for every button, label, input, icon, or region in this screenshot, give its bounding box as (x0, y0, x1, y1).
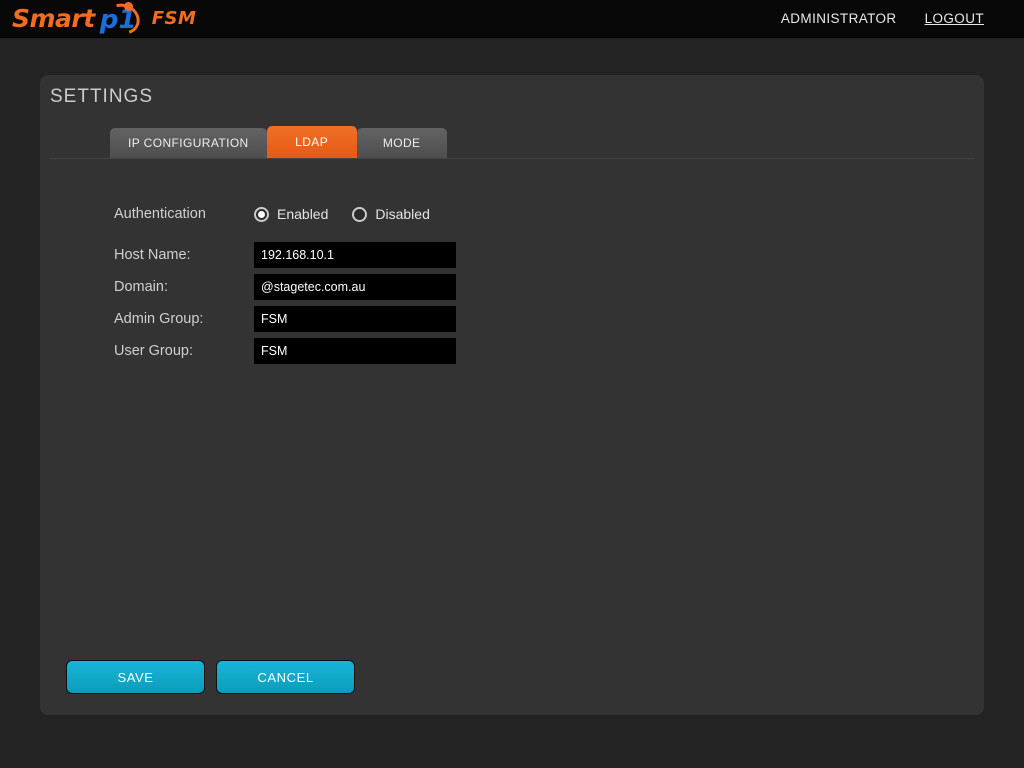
page-title: SETTINGS (50, 86, 154, 107)
domain-input-cell (254, 271, 456, 303)
save-button[interactable]: SAVE (66, 660, 205, 694)
ldap-settings-form: Authentication Enabled Disabled Host Nam… (114, 195, 456, 367)
host-name-input[interactable] (254, 242, 456, 268)
tab-label: IP CONFIGURATION (128, 136, 249, 150)
radio-enabled-label: Enabled (277, 206, 329, 222)
settings-panel: SETTINGS IP CONFIGURATION LDAP MODE Auth… (40, 75, 984, 715)
radio-option-enabled[interactable]: Enabled (254, 206, 328, 222)
domain-label: Domain: (114, 279, 168, 295)
authentication-row: Authentication Enabled Disabled (114, 195, 456, 233)
header-actions: ADMINISTRATOR LOGOUT (781, 11, 984, 26)
radio-disabled-label: Disabled (375, 206, 430, 222)
app-header: Smart p1 FSM ADMINISTRATOR LOGOUT (0, 0, 1024, 40)
authentication-radio-group: Enabled Disabled (254, 206, 430, 222)
logo-text-fsm: FSM (151, 8, 197, 29)
domain-input[interactable] (254, 274, 456, 300)
logo-mark-icon: p1 (98, 0, 150, 40)
admin-group-input-cell (254, 303, 456, 335)
current-user-label: ADMINISTRATOR (780, 11, 897, 26)
tab-divider (50, 158, 974, 159)
user-group-input-cell (254, 335, 456, 367)
form-actions: SAVE CANCEL (66, 660, 355, 694)
radio-disabled-icon[interactable] (352, 206, 368, 222)
user-group-label: User Group: (114, 343, 193, 359)
tab-label: LDAP (295, 135, 329, 149)
authentication-label: Authentication (114, 206, 206, 222)
settings-tabs: IP CONFIGURATION LDAP MODE (110, 126, 447, 158)
tab-label: MODE (382, 136, 421, 150)
radio-option-disabled[interactable]: Disabled (352, 206, 430, 222)
host-name-input-cell (254, 239, 456, 271)
tab-mode[interactable]: MODE (356, 128, 447, 158)
logo-dot-icon (123, 1, 133, 11)
tab-ldap[interactable]: LDAP (266, 126, 357, 158)
cancel-button-label: CANCEL (257, 669, 314, 685)
app-logo: Smart p1 FSM (12, 0, 197, 40)
host-name-label: Host Name: (114, 247, 191, 263)
domain-row: Domain: (114, 271, 456, 303)
admin-group-label: Admin Group: (114, 311, 204, 327)
save-button-label: SAVE (117, 669, 154, 685)
user-group-input[interactable] (254, 338, 456, 364)
admin-group-input[interactable] (254, 306, 456, 332)
cancel-button[interactable]: CANCEL (216, 660, 355, 694)
radio-selected-dot-icon (258, 210, 265, 218)
host-name-row: Host Name: (114, 239, 456, 271)
admin-group-row: Admin Group: (114, 303, 456, 335)
radio-enabled-icon[interactable] (254, 206, 269, 222)
user-group-row: User Group: (114, 335, 456, 367)
tab-ip-configuration[interactable]: IP CONFIGURATION (110, 128, 267, 158)
logout-link[interactable]: LOGOUT (925, 11, 984, 26)
logo-text-smart: Smart (12, 4, 95, 33)
